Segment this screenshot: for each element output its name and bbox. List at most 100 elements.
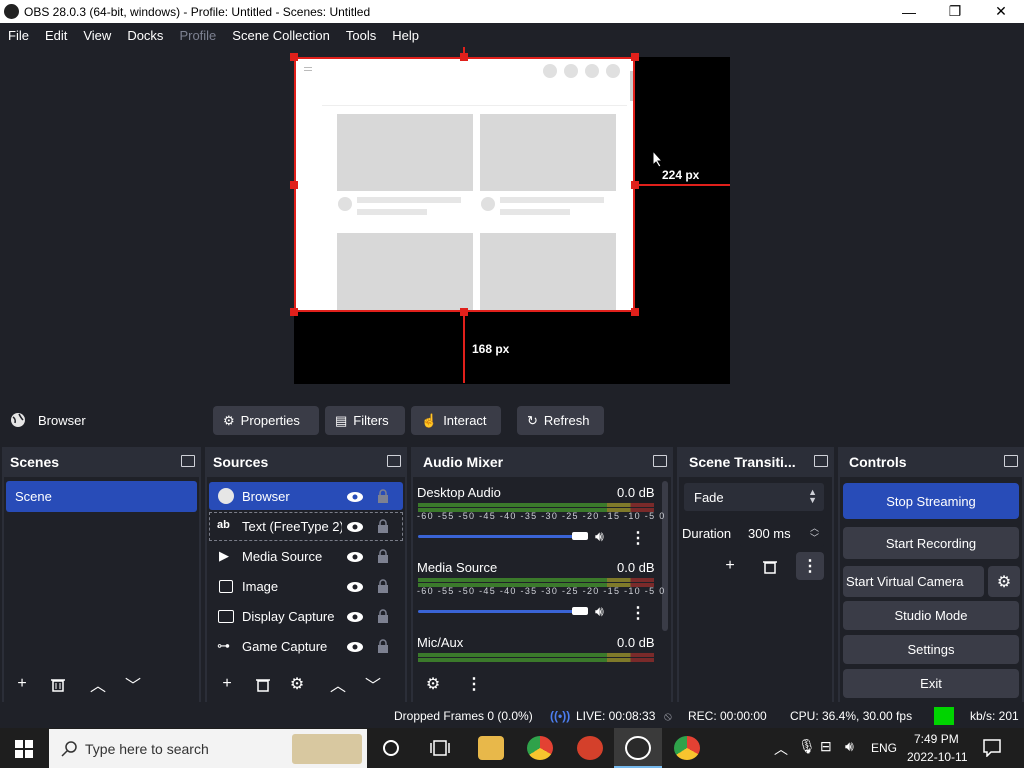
windows-start-icon[interactable] bbox=[15, 740, 33, 758]
eye-icon[interactable] bbox=[346, 581, 364, 593]
desktop-audio-slider-knob[interactable] bbox=[572, 532, 588, 540]
browser-source-preview[interactable] bbox=[294, 57, 635, 312]
plus-icon: + bbox=[725, 557, 735, 574]
resize-handle[interactable] bbox=[631, 53, 639, 61]
desktop-audio-volume-slider[interactable] bbox=[418, 535, 584, 538]
microphone-icon[interactable]: 🎙︎ bbox=[798, 738, 816, 755]
menu-tools[interactable]: Tools bbox=[338, 28, 384, 43]
start-recording-button[interactable]: Start Recording bbox=[843, 527, 1019, 559]
menu-file[interactable]: File bbox=[0, 28, 37, 43]
file-explorer-icon[interactable] bbox=[478, 736, 504, 760]
lock-icon[interactable] bbox=[377, 549, 389, 563]
remove-transition-button[interactable] bbox=[756, 552, 784, 580]
language-indicator[interactable]: ENG bbox=[871, 741, 897, 755]
refresh-button[interactable]: ↻ Refresh bbox=[517, 406, 604, 435]
virtual-camera-settings-button[interactable]: ⚙ bbox=[988, 566, 1020, 597]
task-view-icon[interactable] bbox=[430, 739, 450, 757]
menu-view[interactable]: View bbox=[75, 28, 119, 43]
undock-icon[interactable] bbox=[814, 455, 828, 467]
start-virtual-camera-button[interactable]: Start Virtual Camera bbox=[843, 566, 984, 597]
menu-docks[interactable]: Docks bbox=[119, 28, 171, 43]
menu-profile[interactable]: Profile bbox=[171, 28, 224, 43]
placeholder-dot bbox=[585, 64, 599, 78]
mixer-scrollbar[interactable] bbox=[662, 481, 668, 631]
menu-scene-collection[interactable]: Scene Collection bbox=[224, 28, 338, 43]
lock-icon[interactable] bbox=[377, 489, 389, 503]
live-timer: LIVE: 00:08:33 bbox=[576, 709, 656, 723]
volume-icon[interactable]: 🔊︎ bbox=[845, 738, 854, 755]
clock-time[interactable]: 7:49 PM bbox=[914, 732, 959, 746]
studio-mode-button[interactable]: Studio Mode bbox=[843, 601, 1019, 630]
source-label-browser: Browser bbox=[242, 489, 290, 504]
app-icon[interactable] bbox=[577, 736, 603, 760]
network-icon[interactable]: ⊟ bbox=[820, 738, 832, 755]
menu-help[interactable]: Help bbox=[384, 28, 427, 43]
interact-button[interactable]: ☝ Interact bbox=[411, 406, 501, 435]
filters-button[interactable]: ▤ Filters bbox=[325, 406, 405, 435]
mixer-menu-button[interactable]: ⋮ bbox=[460, 670, 488, 698]
resize-handle[interactable] bbox=[290, 53, 298, 61]
undock-icon[interactable] bbox=[181, 455, 195, 467]
move-source-up-button[interactable]: ︿ bbox=[324, 670, 352, 698]
close-button[interactable]: ✕ bbox=[978, 0, 1024, 23]
add-transition-button[interactable]: + bbox=[716, 552, 744, 580]
gear-icon: ⚙ bbox=[425, 676, 441, 693]
source-properties-button[interactable]: ⚙ bbox=[283, 670, 311, 698]
speaker-icon[interactable]: 🔊︎ bbox=[595, 603, 604, 620]
scrollbar-thumb[interactable] bbox=[630, 71, 633, 101]
speaker-icon[interactable]: 🔊︎ bbox=[595, 528, 604, 545]
properties-button[interactable]: ⚙ Properties bbox=[213, 406, 319, 435]
minimize-button[interactable]: — bbox=[886, 0, 932, 23]
lock-icon[interactable] bbox=[377, 609, 389, 623]
clock-date[interactable]: 2022-10-11 bbox=[907, 750, 968, 764]
move-source-down-button[interactable]: ﹀ bbox=[359, 670, 387, 698]
obs-taskbar-icon[interactable] bbox=[625, 736, 651, 760]
hand-pointer-icon: ☝ bbox=[421, 412, 438, 428]
transition-select[interactable]: Fade ▲ ▼ bbox=[684, 483, 824, 511]
move-scene-up-button[interactable]: ︿ bbox=[84, 670, 112, 698]
move-scene-down-button[interactable]: ﹀ bbox=[119, 670, 147, 698]
undock-icon[interactable] bbox=[1004, 455, 1018, 467]
cortana-icon[interactable] bbox=[383, 740, 399, 756]
resize-handle[interactable] bbox=[290, 181, 298, 189]
scene-item[interactable]: Scene bbox=[6, 481, 197, 512]
transition-menu-button[interactable]: ⋮ bbox=[796, 552, 824, 580]
add-source-button[interactable]: + bbox=[213, 670, 241, 698]
remove-scene-button[interactable] bbox=[44, 670, 72, 698]
chrome-icon[interactable] bbox=[527, 736, 553, 760]
spin-arrows-icon[interactable]: ︿ ﹀ bbox=[810, 523, 819, 543]
eye-icon[interactable] bbox=[346, 551, 364, 563]
interact-label: Interact bbox=[443, 413, 487, 428]
exit-button[interactable]: Exit bbox=[843, 669, 1019, 698]
lock-icon[interactable] bbox=[377, 519, 389, 533]
eye-icon[interactable] bbox=[346, 641, 364, 653]
resize-handle[interactable] bbox=[290, 308, 298, 316]
undock-icon[interactable] bbox=[387, 455, 401, 467]
notifications-icon[interactable] bbox=[983, 739, 1001, 757]
controls-title: Controls bbox=[838, 447, 1024, 477]
remove-source-button[interactable] bbox=[249, 670, 277, 698]
more-options-icon[interactable]: ⋮ bbox=[630, 603, 646, 623]
media-source-volume-slider[interactable] bbox=[418, 610, 584, 613]
mixer-settings-button[interactable]: ⚙ bbox=[419, 670, 447, 698]
stop-streaming-button[interactable]: Stop Streaming bbox=[843, 483, 1019, 519]
more-options-icon[interactable]: ⋮ bbox=[630, 528, 646, 548]
audio-mixer-title: Audio Mixer bbox=[411, 447, 673, 477]
lock-icon[interactable] bbox=[377, 579, 389, 593]
eye-icon[interactable] bbox=[346, 521, 364, 533]
eye-icon[interactable] bbox=[346, 491, 364, 503]
duration-spinbox[interactable]: 300 ms ︿ ﹀ bbox=[740, 519, 824, 547]
menu-edit[interactable]: Edit bbox=[37, 28, 75, 43]
lock-icon[interactable] bbox=[377, 639, 389, 653]
undock-icon[interactable] bbox=[653, 455, 667, 467]
placeholder-dot bbox=[543, 64, 557, 78]
resize-handle[interactable] bbox=[631, 308, 639, 316]
chrome-icon[interactable] bbox=[674, 736, 700, 760]
media-source-slider-knob[interactable] bbox=[572, 607, 588, 615]
settings-button[interactable]: Settings bbox=[843, 635, 1019, 664]
add-scene-button[interactable]: + bbox=[8, 670, 36, 698]
eye-icon[interactable] bbox=[346, 611, 364, 623]
taskbar-search-box[interactable]: Type here to search bbox=[49, 729, 367, 768]
maximize-button[interactable]: ❐ bbox=[932, 0, 978, 23]
chevron-up-icon[interactable]: ︿ bbox=[774, 739, 788, 759]
